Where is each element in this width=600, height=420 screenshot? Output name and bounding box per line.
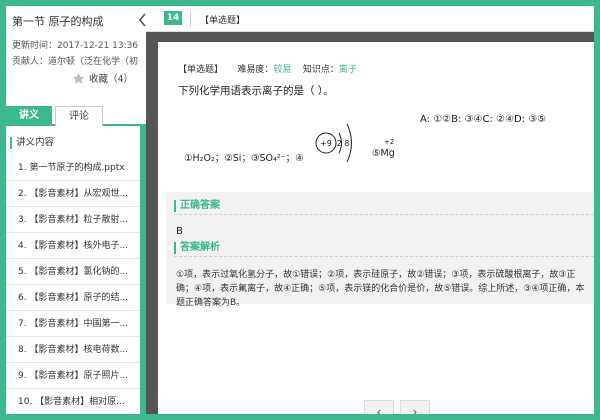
analysis-text: ①项，表示过氧化氢分子，故①错误；②项，表示硅原子，故②错误；③项，表示硫酸根离… bbox=[176, 270, 585, 308]
star-icon bbox=[72, 72, 85, 84]
atom-shell-label: 2 8 bbox=[337, 139, 350, 148]
correct-answer-value: B bbox=[176, 226, 183, 237]
next-question-button[interactable]: › bbox=[400, 400, 430, 414]
list-item[interactable]: 1. 第一节原子的构成.pptx bbox=[6, 155, 140, 181]
correct-answer-title: 正确答案 bbox=[174, 200, 220, 212]
list-item[interactable]: 9. 【影音素材】原子照片... bbox=[6, 363, 140, 389]
favorite-label: 收藏（4） bbox=[89, 74, 134, 85]
atom-nucleus-label: +9 bbox=[320, 139, 332, 148]
analysis-title: 答案解析 bbox=[174, 242, 220, 254]
meta-difficulty-label: 难易度： bbox=[237, 65, 274, 75]
list-item[interactable]: 10. 【影音素材】相对原... bbox=[6, 389, 140, 414]
question-formula: ①H₂O₂；②Si；③SO₄²⁻；④ bbox=[184, 153, 304, 164]
atom-structure-diagram: +9 2 8 bbox=[315, 123, 352, 163]
lesson-title: 第一节 原子的构成 bbox=[12, 15, 104, 28]
contributor: 贡献人：道尔顿（泛在化学（初 bbox=[12, 57, 139, 67]
update-time: 更新时间：2017-12-21 13:36 bbox=[12, 41, 139, 51]
favorite-button[interactable]: 收藏（4） bbox=[72, 71, 133, 85]
prev-question-button[interactable]: ‹ bbox=[364, 400, 394, 414]
list-item[interactable]: 7. 【影音素材】中国第一... bbox=[6, 311, 140, 337]
question-type-label: 【单选题】 bbox=[200, 16, 246, 26]
outline-title: 讲义内容 bbox=[10, 137, 54, 149]
list-item[interactable]: 3. 【影音素材】粒子散射... bbox=[6, 207, 140, 233]
app-frame: 第一节 原子的构成 更新时间：2017-12-21 13:36 贡献人：道尔顿（… bbox=[6, 6, 594, 414]
list-item[interactable]: 8. 【影音素材】核电荷数... bbox=[6, 337, 140, 363]
answer-section: 正确答案 B 答案解析 ①项，表示过氧化氢分子，故①错误；②项，表示硅原子，故②… bbox=[166, 192, 594, 308]
meta-knowledge-label: 知识点： bbox=[302, 65, 339, 75]
mg-symbol: ⑤Mg bbox=[372, 148, 395, 159]
question-panel: 【单选题】 难易度：较易 知识点：离子 下列化学用语表示离子的是（ ）。 ①H₂… bbox=[158, 42, 594, 414]
list-item[interactable]: 2. 【影音素材】从宏观世... bbox=[6, 181, 140, 207]
question-stem: 下列化学用语表示离子的是（ ）。 bbox=[178, 85, 334, 97]
list-item[interactable]: 6. 【影音素材】原子的结... bbox=[6, 285, 140, 311]
meta-difficulty-value: 较易 bbox=[273, 65, 292, 75]
divider bbox=[174, 256, 594, 257]
lecture-list: 1. 第一节原子的构成.pptx 2. 【影音素材】从宏观世... 3. 【影音… bbox=[6, 155, 140, 414]
meta-knowledge-value: 离子 bbox=[338, 65, 357, 75]
divider bbox=[174, 214, 594, 215]
question-meta: 【单选题】 难易度：较易 知识点：离子 bbox=[178, 62, 357, 75]
question-topbar: 14 【单选题】 bbox=[146, 6, 594, 32]
tab-comment[interactable]: 评论 bbox=[55, 106, 103, 126]
sidebar: 第一节 原子的构成 更新时间：2017-12-21 13:36 贡献人：道尔顿（… bbox=[6, 6, 146, 414]
meta-type: 【单选题】 bbox=[178, 65, 224, 75]
content-area: 【单选题】 难易度：较易 知识点：离子 下列化学用语表示离子的是（ ）。 ①H₂… bbox=[146, 32, 594, 414]
sidebar-tabs: 讲义 评论 bbox=[6, 106, 146, 126]
answer-options: A: ①②B: ③④C: ②④D: ③⑤ bbox=[420, 114, 547, 125]
list-item[interactable]: 5. 【影音素材】氯化钠的... bbox=[6, 259, 140, 285]
tab-lecture[interactable]: 讲义 bbox=[6, 106, 52, 126]
list-item[interactable]: 4. 【影音素材】核外电子... bbox=[6, 233, 140, 259]
mg-valence: +2 bbox=[384, 138, 395, 146]
divider bbox=[190, 11, 191, 27]
question-number-badge: 14 bbox=[164, 11, 182, 25]
